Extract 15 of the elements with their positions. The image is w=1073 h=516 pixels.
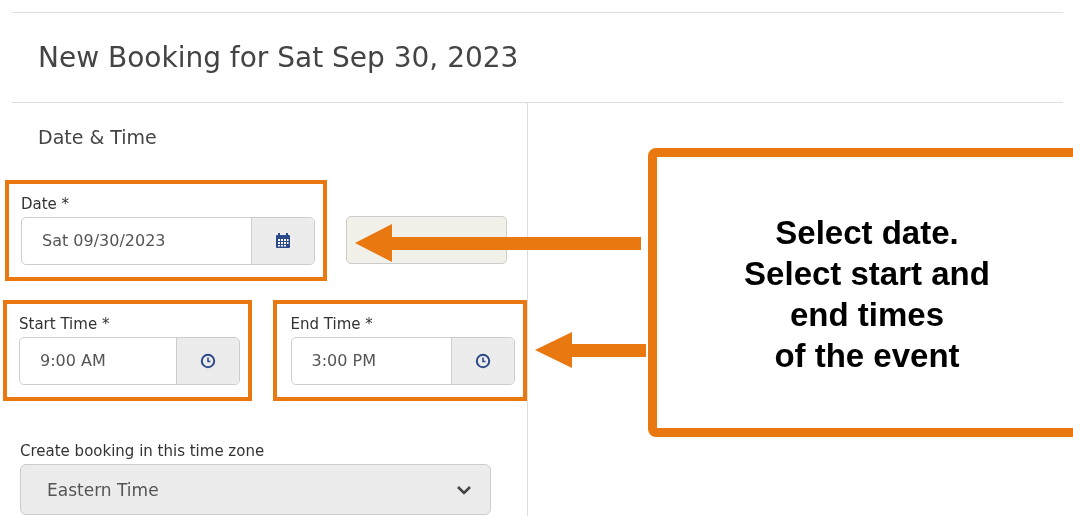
field-label: Create booking in this time zone [20, 441, 266, 461]
input-field[interactable]: Sat 09/30/2023 [21, 217, 315, 265]
input-field[interactable]: 3:00 PM [290, 337, 515, 385]
clock-icon[interactable] [475, 353, 491, 369]
input-field[interactable]: 9:00 AM [19, 337, 240, 385]
field-label: Date * [21, 194, 71, 214]
field-label: Start Time * [19, 314, 111, 334]
field-label: End Time * [290, 314, 374, 334]
calendar-icon[interactable] [274, 232, 292, 250]
chevron-down-icon [456, 484, 472, 495]
page-title: New Booking for Sat Sep 30, 2023 [37, 40, 520, 76]
timezone-dropdown[interactable]: Eastern Time [20, 464, 491, 515]
clock-icon[interactable] [199, 353, 216, 369]
callout-text: Select date. Select start and end times of the event [743, 213, 991, 376]
section-heading: Date & Time [37, 125, 158, 150]
